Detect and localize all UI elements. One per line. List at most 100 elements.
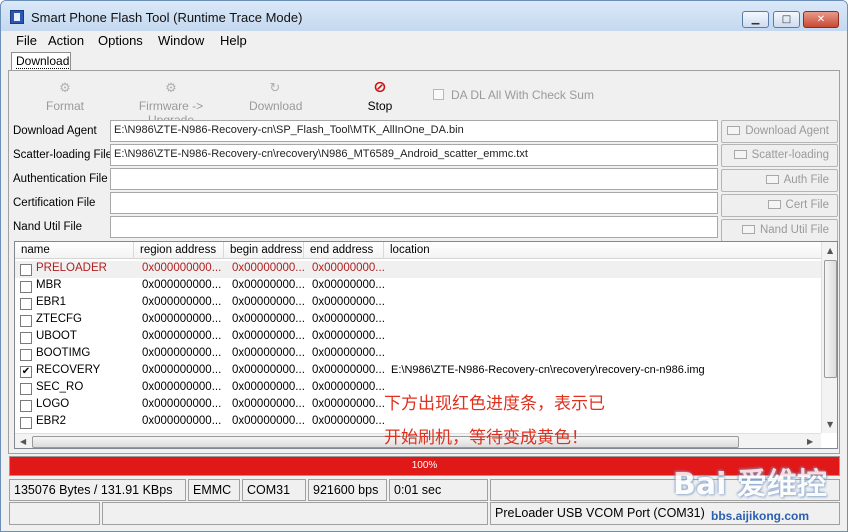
menu-action[interactable]: Action — [48, 33, 84, 48]
partition-checkbox[interactable] — [20, 315, 32, 327]
table-row[interactable]: MBR 0x000000000... 0x00000000... 0x00000000… — [15, 278, 821, 295]
scroll-down-icon[interactable]: ▼ — [827, 420, 833, 429]
scatter-file-label: Scatter-loading File — [13, 149, 113, 161]
download-button[interactable]: ↻ Download — [249, 80, 303, 114]
scatter-file-field[interactable]: E:\N986\ZTE-N986-Recovery-cn\recovery\N9… — [110, 144, 718, 166]
minimize-button[interactable]: ▁ — [742, 11, 769, 28]
partition-name: EBR1 — [36, 296, 67, 308]
menu-options[interactable]: Options — [98, 33, 143, 48]
table-row[interactable]: ✔ RECOVERY 0x000000000... 0x00000000... 0x00… — [15, 363, 821, 380]
column-location[interactable]: location — [384, 242, 821, 259]
tab-download[interactable]: Download — [11, 52, 71, 70]
cert-file-field[interactable] — [110, 192, 718, 214]
table-row[interactable]: UBOOT 0x000000000... 0x00000000... 0x000000… — [15, 329, 821, 346]
begin-address: 0x00000000... — [232, 347, 305, 359]
end-address: 0x00000000... — [312, 415, 385, 427]
menu-bar: File Action Options Window Help — [1, 31, 847, 50]
table-row[interactable]: EBR1 0x000000000... 0x00000000... 0x0000000… — [15, 295, 821, 312]
partition-checkbox[interactable] — [20, 281, 32, 293]
nand-util-field[interactable] — [110, 216, 718, 238]
stop-button[interactable]: ⊘ Stop — [363, 79, 397, 114]
status-storage: EMMC — [188, 479, 240, 501]
partition-name: ZTECFG — [36, 313, 82, 325]
partition-checkbox[interactable] — [20, 383, 32, 395]
download-agent-button[interactable]: Download Agent — [721, 120, 838, 143]
region-address: 0x000000000... — [142, 279, 222, 291]
folder-icon — [767, 200, 781, 209]
partition-name: UBOOT — [36, 330, 77, 342]
menu-window[interactable]: Window — [158, 33, 204, 48]
window-title: Smart Phone Flash Tool (Runtime Trace Mo… — [31, 10, 303, 25]
stop-label: Stop — [367, 99, 393, 113]
vertical-scroll-thumb[interactable] — [824, 260, 837, 378]
partition-checkbox[interactable] — [20, 400, 32, 412]
scroll-right-icon[interactable]: ▶ — [807, 437, 813, 446]
region-address: 0x000000000... — [142, 330, 222, 342]
nand-util-label: Nand Util File — [13, 221, 83, 233]
region-address: 0x000000000... — [142, 415, 222, 427]
status-cell-blank-2 — [102, 502, 488, 525]
download-agent-field[interactable]: E:\N986\ZTE-N986-Recovery-cn\SP_Flash_To… — [110, 120, 718, 142]
stop-icon: ⊘ — [373, 79, 387, 96]
end-address: 0x00000000... — [312, 330, 385, 342]
begin-address: 0x00000000... — [232, 398, 305, 410]
app-window: Smart Phone Flash Tool (Runtime Trace Mo… — [0, 0, 848, 532]
table-row[interactable]: BOOTIMG 0x000000000... 0x00000000... 0x0000… — [15, 346, 821, 363]
column-begin-address[interactable]: begin address — [224, 242, 304, 259]
partition-checkbox[interactable] — [20, 264, 32, 276]
cert-file-label: Certification File — [13, 197, 96, 209]
auth-file-button[interactable]: Auth File — [721, 169, 838, 192]
format-label: Format — [45, 99, 84, 113]
download-icon: ↻ — [269, 80, 281, 95]
end-address: 0x00000000... — [312, 364, 385, 376]
partition-checkbox[interactable] — [20, 298, 32, 310]
format-button[interactable]: ⚙ Format — [45, 81, 85, 114]
end-address: 0x00000000... — [312, 398, 385, 410]
status-cell-blank-1 — [9, 502, 100, 525]
partition-name: EBR2 — [36, 415, 67, 427]
region-address: 0x000000000... — [142, 347, 222, 359]
table-row[interactable]: PRELOADER 0x000000000... 0x00000000... 0x00… — [15, 261, 821, 278]
column-name[interactable]: name — [15, 242, 134, 259]
column-region-address[interactable]: region address — [134, 242, 224, 259]
column-end-address[interactable]: end address — [304, 242, 384, 259]
checksum-checkbox[interactable] — [433, 89, 444, 100]
partition-checkbox[interactable]: ✔ — [20, 366, 32, 378]
end-address: 0x00000000... — [312, 313, 385, 325]
cert-file-button[interactable]: Cert File — [721, 194, 838, 217]
status-port: COM31 — [242, 479, 306, 501]
cert-file-button-label: Cert File — [785, 199, 829, 211]
title-bar[interactable]: Smart Phone Flash Tool (Runtime Trace Mo… — [1, 1, 847, 31]
scroll-up-icon[interactable]: ▲ — [827, 246, 833, 255]
checksum-label: DA DL All With Check Sum — [451, 88, 594, 102]
scatter-loading-button[interactable]: Scatter-loading — [721, 144, 838, 167]
partition-name: BOOTIMG — [36, 347, 91, 359]
table-row[interactable]: ZTECFG 0x000000000... 0x00000000... 0x00000… — [15, 312, 821, 329]
region-address: 0x000000000... — [142, 313, 222, 325]
maximize-button[interactable]: □ — [773, 11, 800, 28]
begin-address: 0x00000000... — [232, 381, 305, 393]
partition-name: LOGO — [36, 398, 70, 410]
partition-checkbox[interactable] — [20, 349, 32, 361]
nand-util-button[interactable]: Nand Util File — [721, 219, 838, 242]
end-address: 0x00000000... — [312, 262, 385, 274]
download-agent-button-label: Download Agent — [745, 125, 829, 137]
partition-checkbox[interactable] — [20, 332, 32, 344]
begin-address: 0x00000000... — [232, 415, 305, 427]
scroll-left-icon[interactable]: ◀ — [20, 437, 26, 446]
folder-icon — [727, 126, 741, 135]
menu-help[interactable]: Help — [220, 33, 247, 48]
partition-checkbox[interactable] — [20, 417, 32, 429]
auth-file-label: Authentication File — [13, 173, 108, 185]
partition-list[interactable]: name region address begin address end ad… — [14, 241, 838, 449]
download-label: Download — [249, 99, 303, 113]
close-button[interactable]: ✕ — [803, 11, 839, 28]
begin-address: 0x00000000... — [232, 313, 305, 325]
begin-address: 0x00000000... — [232, 262, 305, 274]
auth-file-button-label: Auth File — [783, 174, 829, 186]
auth-file-field[interactable] — [110, 168, 718, 190]
status-baud: 921600 bps — [308, 479, 387, 501]
vertical-scrollbar[interactable]: ▲ ▼ — [821, 242, 837, 433]
partition-location: E:\N986\ZTE-N986-Recovery-cn\recovery\re… — [391, 364, 705, 376]
menu-file[interactable]: File — [16, 33, 37, 48]
